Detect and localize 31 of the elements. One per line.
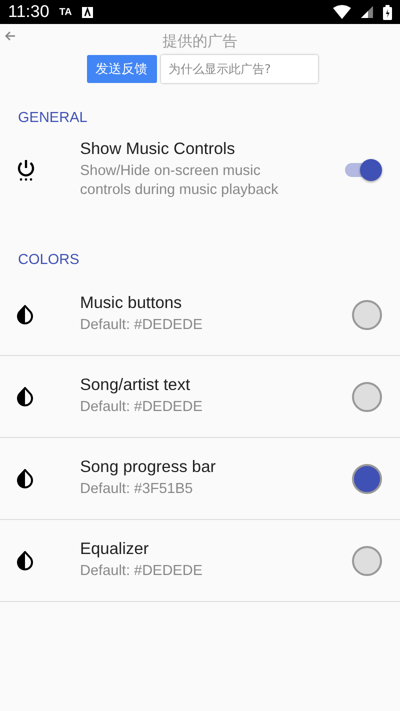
notification-icon (82, 6, 93, 18)
setting-title: Song progress bar (80, 458, 217, 477)
setting-summary: Show/Hide on-screen music controls during music playback (80, 162, 280, 200)
setting-title: Show Music Controls (80, 140, 236, 159)
color-swatch[interactable] (352, 300, 382, 330)
color-swatch[interactable] (352, 546, 382, 576)
status-time: 11:30 (8, 2, 50, 22)
color-drop-icon (16, 550, 34, 570)
color-swatch[interactable] (352, 382, 382, 412)
setting-summary: Default: #3F51B5 (80, 480, 194, 499)
setting-title: Song/artist text (80, 376, 192, 395)
setting-title: Music buttons (80, 294, 183, 313)
setting-summary: Default: #DEDEDE (80, 562, 204, 581)
notification-text: TA (59, 6, 72, 18)
section-header: GENERAL (17, 109, 88, 128)
setting-summary: Default: #DEDEDE (80, 316, 204, 335)
ad-title: 提供的广告 (162, 31, 238, 52)
setting-title: Equalizer (80, 540, 150, 559)
why-this-ad-button[interactable]: 为什么显示此广告? (160, 55, 318, 83)
power-icon (16, 159, 36, 181)
color-drop-icon (16, 468, 34, 488)
setting-summary: Default: #DEDEDE (80, 398, 204, 417)
feedback-button[interactable]: 发送反馈 (86, 55, 156, 83)
color-drop-icon (16, 386, 34, 406)
color-swatch[interactable] (352, 464, 382, 494)
battery-icon (383, 4, 392, 20)
color-drop-icon (16, 304, 34, 324)
section-header: COLORS (17, 251, 80, 270)
signal-icon (361, 6, 373, 18)
back-icon[interactable] (4, 30, 16, 42)
wifi-icon (333, 5, 351, 19)
